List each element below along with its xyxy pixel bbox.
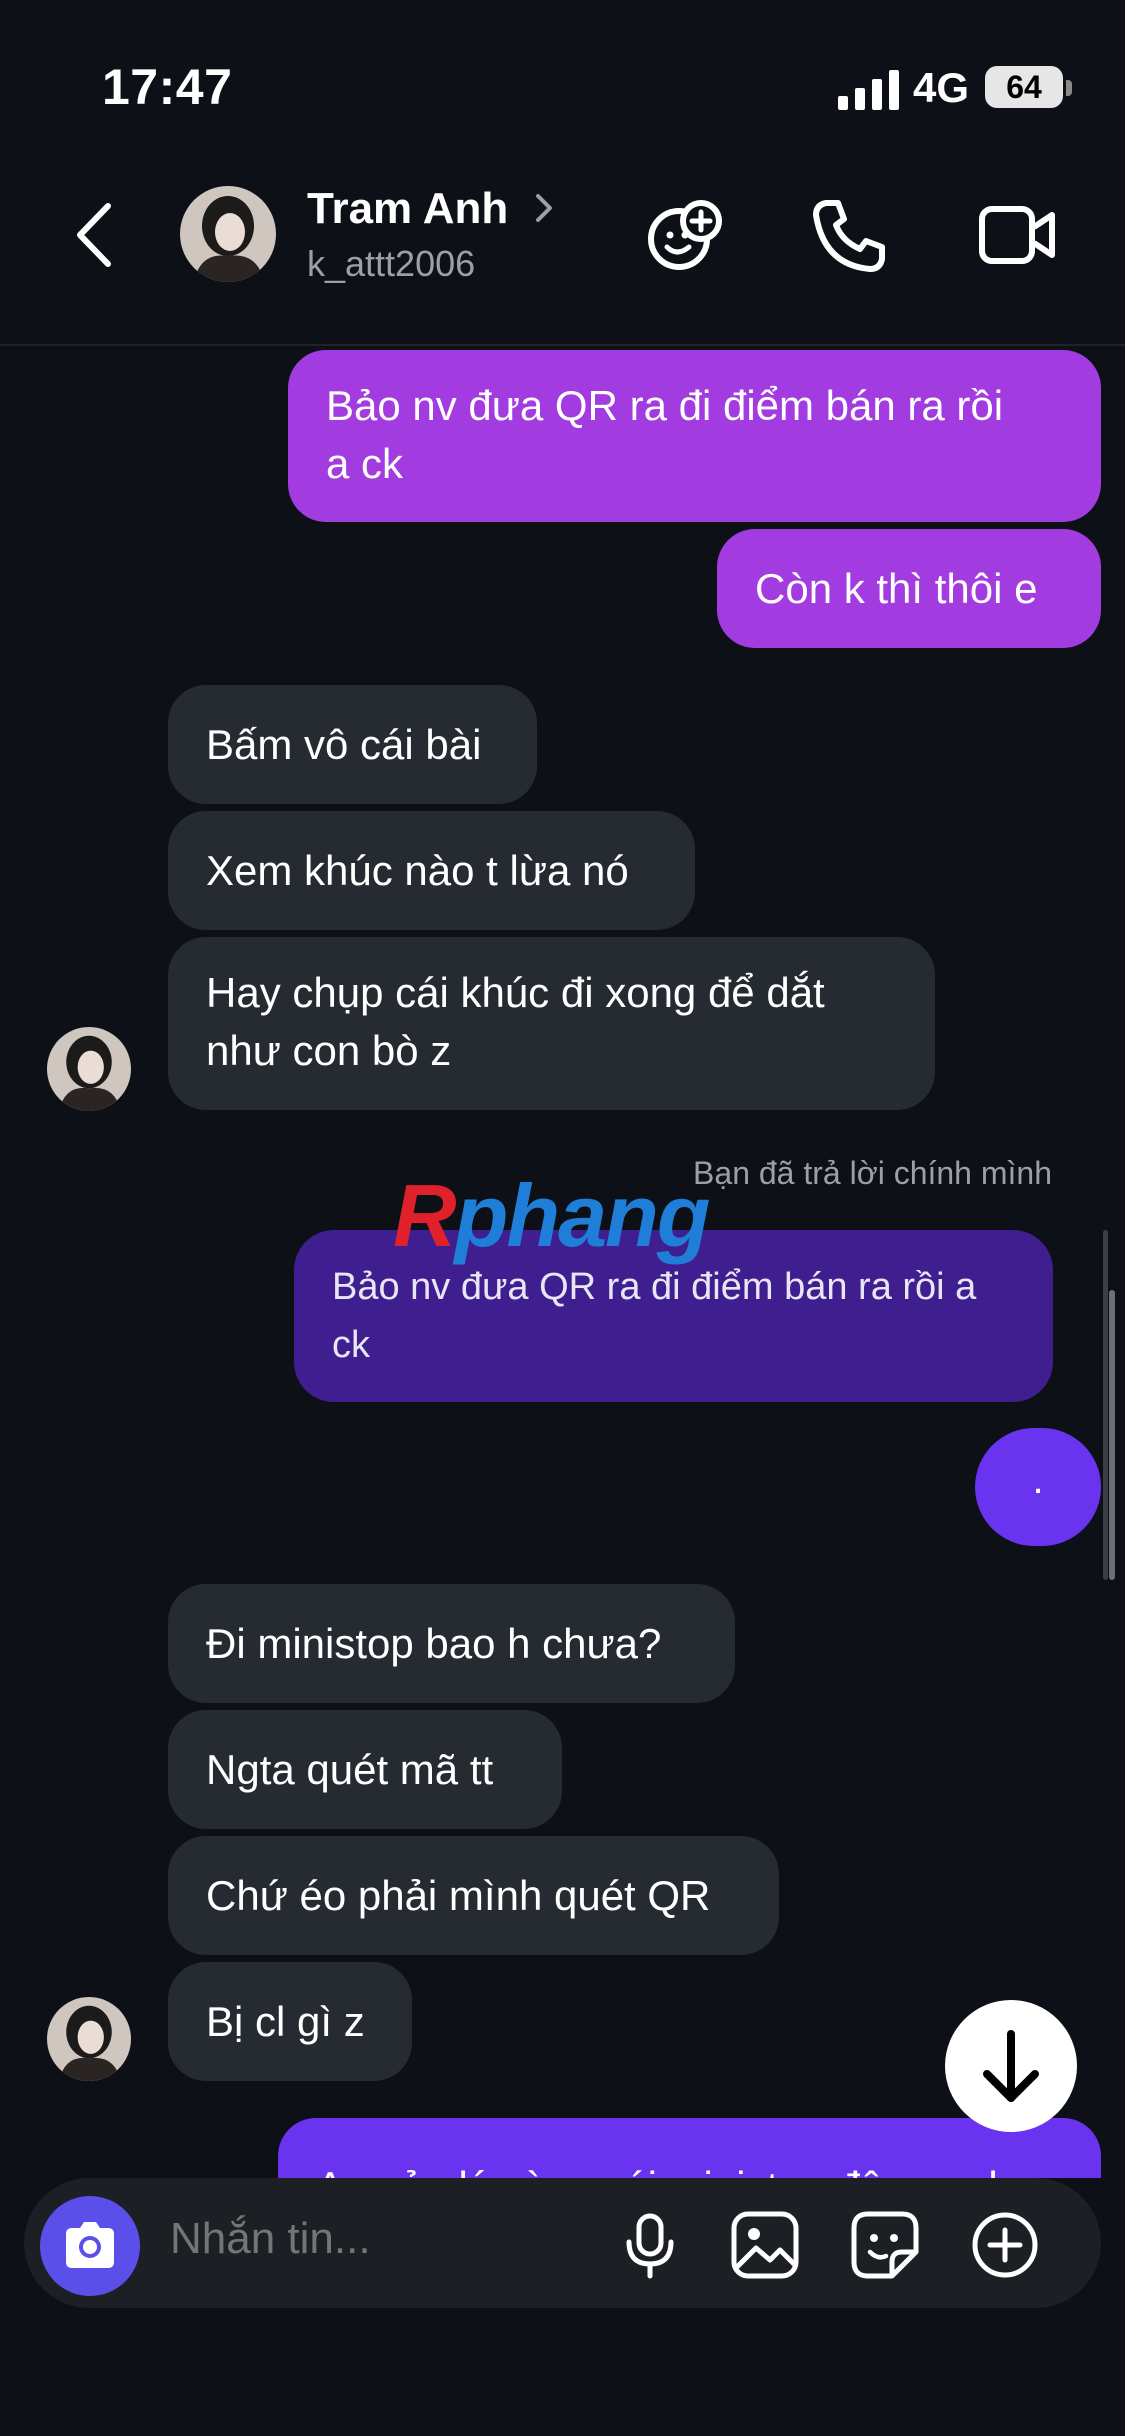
message-line: ck <box>332 1324 370 1366</box>
message-input[interactable] <box>168 2213 572 2265</box>
incoming-message[interactable]: Hay chụp cái khúc đi xong để dắt như con… <box>168 937 935 1110</box>
battery-cap <box>1066 80 1072 96</box>
scrollbar-track[interactable] <box>1103 1230 1108 1580</box>
gallery-icon[interactable] <box>730 2210 800 2280</box>
contact-username[interactable]: k_attt2006 <box>307 243 475 285</box>
chevron-right-icon[interactable] <box>532 190 556 226</box>
signal-icon <box>838 68 900 110</box>
microphone-icon[interactable] <box>615 2210 685 2280</box>
sender-avatar[interactable] <box>47 1997 131 2081</box>
network-type: 4G <box>913 64 970 111</box>
back-button[interactable] <box>70 200 120 270</box>
reply-note: Bạn đã trả lời chính mình <box>693 1155 1052 1191</box>
camera-icon <box>66 2222 114 2268</box>
message-line: a ck <box>326 440 404 487</box>
arrow-down-icon <box>983 2030 1039 2102</box>
watermark-rest: phang <box>454 1166 711 1265</box>
incoming-message[interactable]: Xem khúc nào t lừa nó <box>168 811 695 930</box>
sticker-icon[interactable] <box>850 2210 920 2280</box>
message-line: Hay chụp cái khúc đi xong để dắt <box>206 969 825 1016</box>
outgoing-message[interactable]: . <box>975 1428 1101 1546</box>
video-call-icon[interactable] <box>978 195 1058 275</box>
message-line: như con bò z <box>206 1027 452 1074</box>
incoming-message[interactable]: Đi ministop bao h chưa? <box>168 1584 735 1703</box>
watermark-logo: Rphang <box>393 1165 711 1267</box>
contact-name[interactable]: Tram Anh <box>307 184 508 234</box>
outgoing-message[interactable]: Bảo nv đưa QR ra đi điểm bán ra rồi a ck <box>288 350 1101 522</box>
battery-icon: 64 <box>985 66 1063 108</box>
status-time: 17:47 <box>102 59 233 115</box>
header-divider <box>0 344 1125 346</box>
incoming-message[interactable]: Chứ éo phải mình quét QR <box>168 1836 779 1955</box>
incoming-message[interactable]: Bấm vô cái bài <box>168 685 537 804</box>
watermark-r: R <box>393 1166 457 1265</box>
phone-icon[interactable] <box>810 195 890 275</box>
camera-button[interactable] <box>40 2196 140 2296</box>
message-line: Bảo nv đưa QR ra đi điểm bán ra rồi <box>326 382 1004 429</box>
contact-avatar[interactable] <box>180 186 276 282</box>
add-effect-icon[interactable] <box>645 195 725 275</box>
incoming-message[interactable]: Bị cl gì z <box>168 1962 412 2081</box>
incoming-message[interactable]: Ngta quét mã tt <box>168 1710 562 1829</box>
scrollbar-thumb[interactable] <box>1109 1290 1115 1580</box>
outgoing-message[interactable]: Còn k thì thôi e <box>717 529 1101 648</box>
sender-avatar[interactable] <box>47 1027 131 1111</box>
add-icon[interactable] <box>970 2210 1040 2280</box>
scroll-to-bottom-button[interactable] <box>945 2000 1077 2132</box>
